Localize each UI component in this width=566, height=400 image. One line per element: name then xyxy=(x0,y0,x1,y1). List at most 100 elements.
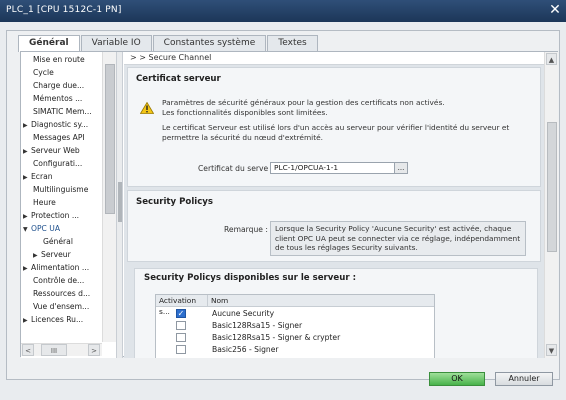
ok-button[interactable]: OK xyxy=(429,372,485,386)
nav-item-memory-bits[interactable]: Mémentos ... xyxy=(25,92,105,105)
nav-item-label: Heure xyxy=(33,198,56,207)
tab-general[interactable]: Général xyxy=(18,35,80,52)
expand-arrow-icon[interactable]: ▶ xyxy=(23,262,31,274)
table-row[interactable]: Basic256 - Signer xyxy=(156,344,434,355)
nav-item-label: Ecran xyxy=(31,172,53,181)
nav-item-startup[interactable]: Mise en route xyxy=(25,53,105,66)
nav-item-configuration[interactable]: Configurati... xyxy=(25,157,105,170)
column-header-name[interactable]: Nom xyxy=(208,295,434,307)
nav-item-opc-ua-server[interactable]: ▶ Serveur xyxy=(33,248,113,261)
policy-name: Basic256 - Signer xyxy=(212,345,279,354)
nav-item-label: OPC UA xyxy=(31,224,61,233)
nav-item-time[interactable]: Heure xyxy=(25,196,105,209)
policy-checkbox[interactable]: ✓ xyxy=(176,309,186,318)
nav-item-control[interactable]: Contrôle de... xyxy=(25,274,105,287)
nav-item-protection[interactable]: ▶ Protection ... xyxy=(23,209,103,222)
remark-text-line1: Lorsque la Security Policy 'Aucune Secur… xyxy=(275,224,512,233)
window-title: PLC_1 [CPU 1512C-1 PN] xyxy=(6,5,122,15)
remark-box: Lorsque la Security Policy 'Aucune Secur… xyxy=(270,221,526,256)
nav-vertical-scrollbar[interactable] xyxy=(102,52,116,342)
nav-item-label: Protection ... xyxy=(31,211,80,220)
available-policies-section: Security Policys disponibles sur le serv… xyxy=(134,268,538,358)
close-icon[interactable]: ✕ xyxy=(548,3,562,18)
scroll-down-button[interactable]: ▼ xyxy=(546,344,557,356)
nav-item-label: Charge due... xyxy=(33,81,85,90)
tab-content: Mise en route Cycle Charge due... Mément… xyxy=(20,51,558,358)
table-row[interactable]: Basic128Rsa15 - Signer & crypter xyxy=(156,332,434,343)
nav-item-label: Mise en route xyxy=(33,55,85,64)
scroll-up-button[interactable]: ▲ xyxy=(546,53,557,65)
security-policies-section: Security Policys Remarque : Lorsque la S… xyxy=(127,190,541,262)
table-row[interactable]: ✓ Aucune Security xyxy=(156,308,434,319)
nav-horizontal-scrollbar[interactable]: < III > xyxy=(21,343,102,356)
nav-item-web-server[interactable]: ▶ Serveur Web xyxy=(23,144,103,157)
nav-item-system-diagnostics[interactable]: ▶ Diagnostic sy... xyxy=(23,118,103,131)
collapse-arrow-icon[interactable]: ▼ xyxy=(23,223,31,235)
expand-arrow-icon[interactable]: ▶ xyxy=(23,210,31,222)
policy-checkbox[interactable] xyxy=(176,333,186,342)
tab-system-constants[interactable]: Constantes système xyxy=(152,35,267,51)
nav-item-communication-load[interactable]: Charge due... xyxy=(25,79,105,92)
expand-arrow-icon[interactable]: ▶ xyxy=(33,249,41,261)
nav-item-power-supply[interactable]: ▶ Alimentation ... xyxy=(23,261,103,274)
panel-splitter[interactable] xyxy=(117,52,123,358)
nav-item-api-messages[interactable]: Messages API xyxy=(25,131,105,144)
section-title-certificate: Certificat serveur xyxy=(136,74,221,84)
policy-name: Basic128Rsa15 - Signer & crypter xyxy=(212,333,341,342)
scroll-left-button[interactable]: < xyxy=(22,344,34,356)
expand-arrow-icon[interactable]: ▶ xyxy=(23,119,31,131)
info-text-line1: Le certificat Serveur est utilisé lors d… xyxy=(162,123,510,132)
main-scroll-thumb[interactable] xyxy=(547,122,557,252)
settings-panel: > > Secure Channel Certificat serveur Pa… xyxy=(124,52,544,358)
browse-certificate-button[interactable]: ... xyxy=(394,162,408,174)
tab-variable-io[interactable]: Variable IO xyxy=(80,35,152,51)
nav-item-multilingual[interactable]: Multilinguisme xyxy=(25,183,105,196)
policy-checkbox[interactable] xyxy=(176,321,186,330)
nav-item-label: Multilinguisme xyxy=(33,185,89,194)
nav-item-label: Général xyxy=(43,237,73,246)
server-certificate-section: Certificat serveur Paramètres de sécurit… xyxy=(127,67,541,187)
expand-arrow-icon[interactable]: ▶ xyxy=(23,314,31,326)
scroll-thumb[interactable]: III xyxy=(41,344,67,356)
nav-item-cycle[interactable]: Cycle xyxy=(25,66,105,79)
nav-tree: Mise en route Cycle Charge due... Mément… xyxy=(21,52,117,358)
nav-item-runtime-licenses[interactable]: ▶ Licences Ru... xyxy=(23,313,103,326)
remark-label: Remarque : xyxy=(224,225,268,234)
warning-icon xyxy=(140,102,154,114)
nav-item-label: Cycle xyxy=(33,68,54,77)
expand-arrow-icon[interactable]: ▶ xyxy=(23,171,31,183)
info-text-line2: permettre la sécurité du nœud d'extrémit… xyxy=(162,133,323,142)
nav-item-overview[interactable]: Vue d'ensem... xyxy=(25,300,105,313)
server-certificate-field[interactable]: PLC-1/OPCUA-1-1 xyxy=(270,162,408,174)
policy-checkbox[interactable] xyxy=(176,345,186,354)
splitter-grip[interactable] xyxy=(118,182,122,222)
nav-item-label: Configurati... xyxy=(33,159,83,168)
window-titlebar: PLC_1 [CPU 1512C-1 PN] ✕ xyxy=(0,0,566,22)
nav-item-label: Licences Ru... xyxy=(31,315,84,324)
scroll-right-button[interactable]: > xyxy=(88,344,100,356)
cancel-button[interactable]: Annuler xyxy=(495,372,553,386)
tab-texts[interactable]: Textes xyxy=(267,35,318,51)
section-title-available-policies: Security Policys disponibles sur le serv… xyxy=(144,273,357,283)
nav-item-label: Vue d'ensem... xyxy=(33,302,90,311)
remark-text-line2: client OPC UA peut se connecter via ce r… xyxy=(275,233,521,243)
column-header-activation[interactable]: Activation s... xyxy=(156,295,208,316)
server-certificate-label: Certificat du serve xyxy=(198,164,269,173)
policies-table: Activation s... Nom ✓ Aucune Security Ba… xyxy=(155,294,435,358)
nav-scroll-thumb[interactable] xyxy=(105,64,115,214)
main-vertical-scrollbar[interactable]: ▲ ▼ xyxy=(544,52,558,358)
nav-item-label: Diagnostic sy... xyxy=(31,120,89,129)
expand-arrow-icon[interactable]: ▶ xyxy=(23,145,31,157)
nav-item-display[interactable]: ▶ Ecran xyxy=(23,170,103,183)
nav-item-label: Serveur xyxy=(41,250,71,259)
nav-item-opc-ua[interactable]: ▼ OPC UA xyxy=(23,222,103,235)
remark-text-line3: de tous les réglages Security suivants. xyxy=(275,243,418,252)
nav-item-label: SIMATIC Mem... xyxy=(33,107,92,116)
warning-text-line2: Les fonctionnalités disponibles sont lim… xyxy=(162,108,328,117)
nav-item-label: Mémentos ... xyxy=(33,94,83,103)
nav-item-label: Ressources d... xyxy=(33,289,91,298)
nav-item-resources[interactable]: Ressources d... xyxy=(25,287,105,300)
nav-item-simatic-memory[interactable]: SIMATIC Mem... xyxy=(25,105,105,118)
table-row[interactable]: Basic128Rsa15 - Signer xyxy=(156,320,434,331)
breadcrumb: > > Secure Channel xyxy=(124,52,544,65)
